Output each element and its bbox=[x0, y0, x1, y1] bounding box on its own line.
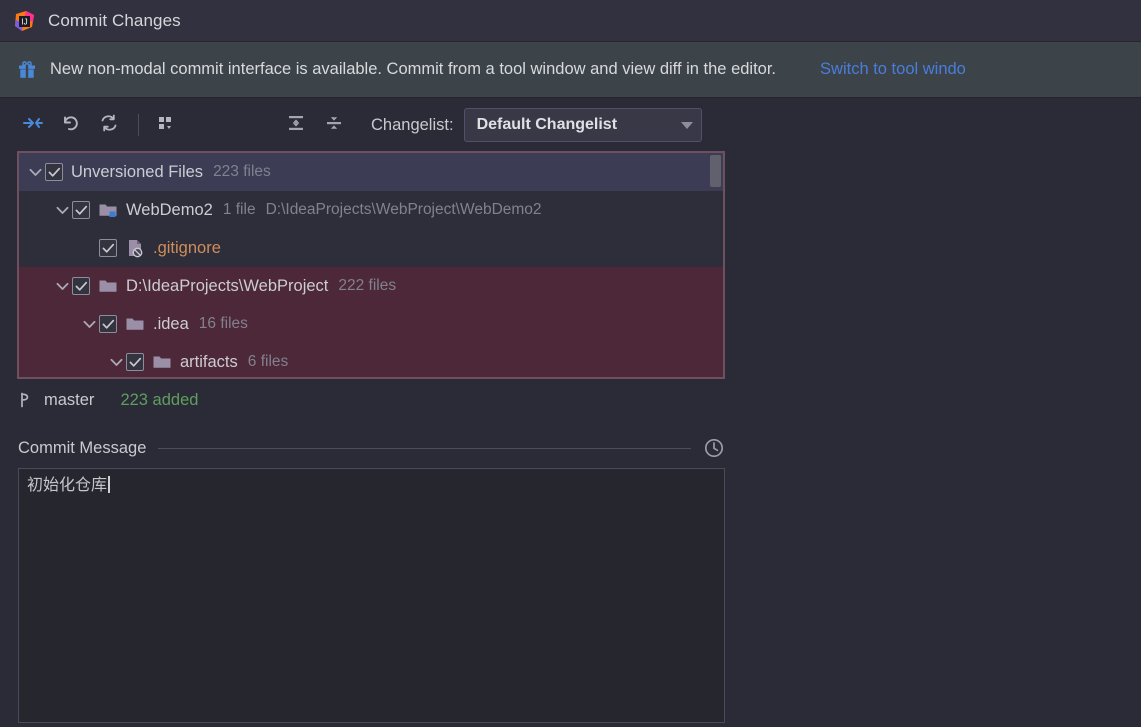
diff-arrows-icon bbox=[22, 113, 44, 138]
git-branch-icon bbox=[18, 391, 34, 409]
intellij-idea-logo-icon: IJ bbox=[14, 10, 36, 32]
tree-row-label: D:\IdeaProjects\WebProject bbox=[126, 276, 329, 295]
collapse-all-button[interactable] bbox=[319, 110, 349, 140]
tree-row-label: WebDemo2 bbox=[126, 200, 213, 219]
notification-banner: New non-modal commit interface is availa… bbox=[0, 42, 1141, 98]
gift-icon bbox=[16, 59, 38, 81]
tree-row[interactable]: .gitignore bbox=[19, 229, 723, 267]
branch-status-bar: master 223 added bbox=[18, 387, 198, 413]
changes-file-tree[interactable]: Unversioned Files 223 files WebDemo2 1 file… bbox=[17, 151, 725, 379]
main-content: Changelist: Default Changelist Unversion… bbox=[0, 99, 1141, 727]
tree-row[interactable]: Unversioned Files 223 files bbox=[19, 153, 723, 191]
added-files-count: 223 added bbox=[120, 390, 199, 409]
tree-row-checkbox[interactable] bbox=[99, 239, 117, 257]
folder-module-icon bbox=[98, 200, 118, 220]
banner-message: New non-modal commit interface is availa… bbox=[50, 60, 777, 78]
right-pane: Git Author: Amend commitSign-off commit … bbox=[733, 99, 1141, 727]
tree-row[interactable]: D:\IdeaProjects\WebProject 222 files bbox=[19, 267, 723, 305]
toolbar-separator bbox=[138, 114, 139, 136]
tree-row-checkbox[interactable] bbox=[126, 353, 144, 371]
tree-row-file-count: 222 files bbox=[338, 277, 397, 294]
window-title: Commit Changes bbox=[48, 10, 181, 30]
tree-row-path: D:\IdeaProjects\WebProject\WebDemo2 bbox=[265, 201, 542, 218]
tree-row-label: .gitignore bbox=[153, 238, 221, 257]
group-by-button[interactable] bbox=[151, 110, 181, 140]
gitignore-file-icon bbox=[125, 238, 145, 258]
tree-row-file-count: 6 files bbox=[247, 353, 289, 370]
clock-history-icon[interactable] bbox=[703, 437, 725, 459]
tree-row-file-count: 16 files bbox=[198, 315, 248, 332]
chevron-down-icon[interactable] bbox=[52, 206, 72, 215]
commit-message-input[interactable]: 初始化仓库 bbox=[18, 468, 725, 723]
tree-row-checkbox[interactable] bbox=[72, 277, 90, 295]
tree-row[interactable]: .idea 16 files bbox=[19, 305, 723, 343]
show-diff-button[interactable] bbox=[18, 110, 48, 140]
text-caret bbox=[108, 476, 110, 493]
refresh-button[interactable] bbox=[94, 110, 124, 140]
current-branch-name: master bbox=[44, 390, 95, 409]
tree-row[interactable]: artifacts 6 files bbox=[19, 343, 723, 377]
left-pane: Changelist: Default Changelist Unversion… bbox=[0, 99, 733, 727]
undo-arrow-icon bbox=[60, 113, 82, 138]
chevron-down-icon bbox=[680, 121, 693, 129]
changes-toolbar: Changelist: Default Changelist bbox=[0, 99, 733, 151]
window-titlebar: IJ Commit Changes bbox=[0, 0, 1141, 42]
tree-row-checkbox[interactable] bbox=[45, 163, 63, 181]
changelist-value: Default Changelist bbox=[476, 116, 618, 133]
collapse-all-icon bbox=[323, 113, 345, 138]
tree-row-checkbox[interactable] bbox=[72, 201, 90, 219]
switch-to-tool-window-link[interactable]: Switch to tool windo bbox=[820, 60, 966, 79]
tree-row-file-count: 1 file bbox=[222, 201, 256, 218]
commit-message-header: Commit Message bbox=[18, 437, 725, 459]
tree-row-label: artifacts bbox=[180, 352, 238, 371]
refresh-icon bbox=[98, 113, 120, 138]
tree-row-checkbox[interactable] bbox=[99, 315, 117, 333]
tree-vertical-scrollbar[interactable] bbox=[710, 155, 721, 187]
folder-icon bbox=[152, 352, 172, 372]
folder-icon bbox=[125, 314, 145, 334]
folder-icon bbox=[98, 276, 118, 296]
commit-message-value: 初始化仓库 bbox=[27, 477, 108, 494]
svg-text:IJ: IJ bbox=[21, 17, 27, 26]
rollback-button[interactable] bbox=[56, 110, 86, 140]
tree-row-label: Unversioned Files bbox=[71, 162, 204, 181]
commit-message-title: Commit Message bbox=[18, 438, 147, 457]
tree-row[interactable]: WebDemo2 1 file D:\IdeaProjects\WebProject… bbox=[19, 191, 723, 229]
divider bbox=[158, 447, 691, 449]
chevron-down-icon[interactable] bbox=[25, 168, 45, 177]
group-by-icon bbox=[155, 113, 177, 138]
tree-row-file-count: 223 files bbox=[213, 163, 271, 180]
changelist-label: Changelist: bbox=[371, 115, 454, 134]
expand-all-icon bbox=[285, 113, 307, 138]
expand-all-button[interactable] bbox=[281, 110, 311, 140]
tree-row-label: .idea bbox=[153, 314, 189, 333]
chevron-down-icon[interactable] bbox=[79, 320, 99, 329]
chevron-down-icon[interactable] bbox=[52, 282, 72, 291]
changelist-dropdown[interactable]: Default Changelist bbox=[463, 108, 702, 142]
chevron-down-icon[interactable] bbox=[106, 358, 126, 367]
